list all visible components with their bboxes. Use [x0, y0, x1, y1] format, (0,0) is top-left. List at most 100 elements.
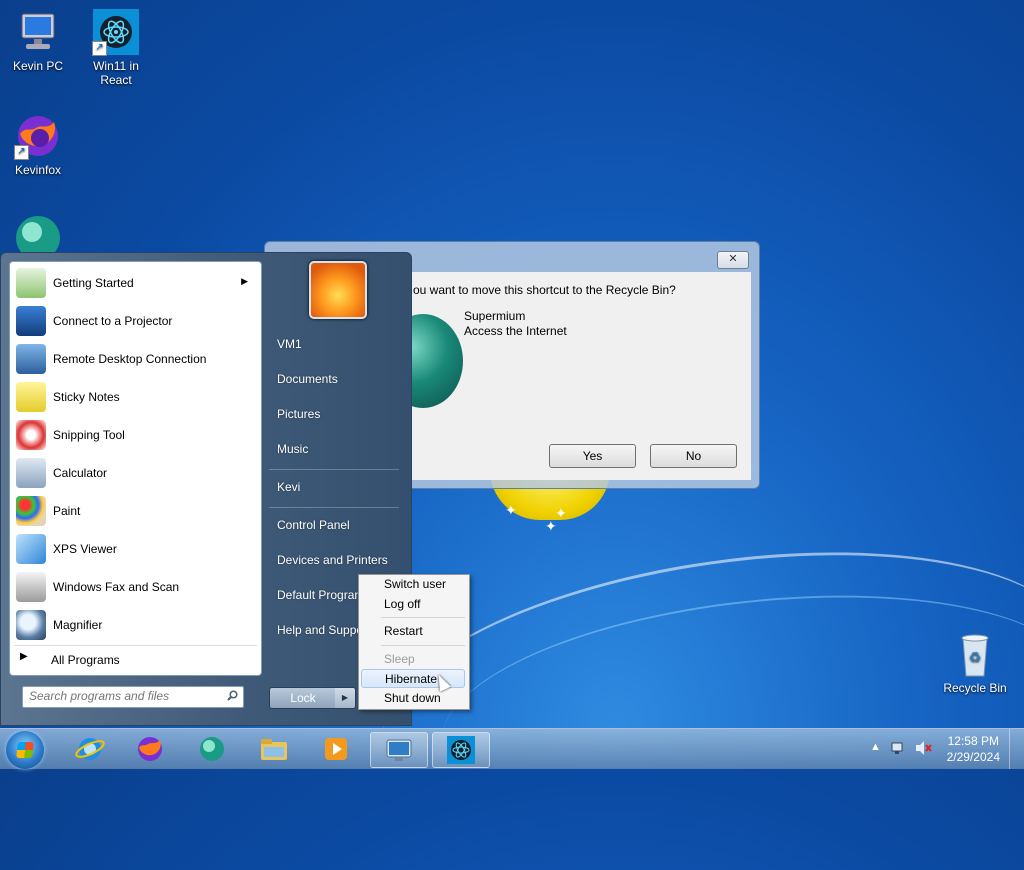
link-devices-printers[interactable]: Devices and Printers	[277, 553, 388, 567]
desktop-icon-kevin-pc[interactable]: Kevin PC	[0, 8, 76, 73]
lock-button[interactable]: Lock	[269, 687, 337, 709]
show-desktop-button[interactable]	[1009, 729, 1024, 769]
link-help-support[interactable]: Help and Support	[277, 623, 370, 637]
taskbar-item-media-player[interactable]	[308, 732, 364, 766]
computer-icon	[14, 8, 62, 56]
firefox-icon	[138, 737, 162, 761]
menu-divider	[381, 617, 465, 618]
all-programs-button[interactable]: ▶ All Programs	[14, 649, 254, 671]
program-label: Remote Desktop Connection	[53, 352, 207, 366]
paint-icon	[16, 496, 46, 526]
taskbar-item-react[interactable]	[432, 732, 490, 768]
programs-divider	[14, 645, 257, 646]
yes-button[interactable]: Yes	[549, 444, 636, 468]
taskbar-item-supermium[interactable]	[184, 732, 240, 766]
menu-item-switch-user[interactable]: Switch user	[361, 575, 465, 594]
link-documents[interactable]: Documents	[277, 372, 338, 386]
system-clock[interactable]: 12:58 PM 2/29/2024	[947, 733, 1000, 765]
program-label: XPS Viewer	[53, 542, 117, 556]
link-user-folder[interactable]: VM1	[277, 337, 302, 351]
dialog-item-description: Access the Internet	[464, 324, 567, 338]
recycle-bin-icon: ♻	[951, 630, 999, 678]
react-icon: ↗	[92, 8, 140, 56]
all-programs-label: All Programs	[51, 653, 120, 667]
menu-item-sleep: Sleep	[384, 652, 415, 666]
taskbar-item-remote-desktop[interactable]	[370, 732, 428, 768]
search-input[interactable]	[23, 687, 219, 705]
menu-item-log-off[interactable]: Log off	[361, 595, 465, 614]
projector-icon	[16, 306, 46, 336]
snipping-tool-icon	[16, 420, 46, 450]
media-player-icon	[325, 738, 347, 760]
start-menu-programs-pane: Getting Started ▶ Connect to a Projector…	[9, 261, 262, 676]
getting-started-icon	[16, 268, 46, 298]
sparkle-icon: ✦	[555, 505, 567, 521]
file-explorer-icon	[261, 739, 287, 760]
menu-divider	[381, 645, 465, 646]
start-button[interactable]	[6, 731, 44, 769]
power-options-menu: Switch user Log off Restart Sleep Hibern…	[358, 574, 470, 710]
taskbar-item-file-explorer[interactable]	[246, 732, 302, 766]
internet-explorer-icon	[75, 738, 105, 760]
svg-text:♻: ♻	[969, 649, 982, 665]
link-music[interactable]: Music	[277, 442, 308, 456]
clock-time: 12:58 PM	[947, 734, 999, 748]
sparkle-icon: ✦	[505, 502, 517, 518]
desktop-icon-win11-react[interactable]: ↗ Win11 in React	[78, 8, 154, 87]
program-item-getting-started[interactable]: Getting Started ▶	[14, 266, 258, 300]
start-menu: Getting Started ▶ Connect to a Projector…	[0, 252, 412, 726]
program-item-paint[interactable]: Paint	[14, 494, 258, 528]
desktop-icon-label: Kevin PC	[12, 59, 64, 73]
right-pane-divider	[269, 469, 399, 470]
menu-item-shut-down[interactable]: Shut down	[361, 689, 465, 708]
volume-muted-icon[interactable]	[914, 740, 932, 756]
wallpaper-swirl-2	[430, 567, 1024, 855]
user-avatar[interactable]	[309, 261, 367, 319]
program-label: Getting Started	[53, 276, 134, 290]
desktop-icon-label: Recycle Bin	[943, 681, 1007, 695]
no-button[interactable]: No	[650, 444, 737, 468]
dialog-close-button[interactable]: ✕	[717, 251, 749, 269]
taskbar-item-internet-explorer[interactable]	[62, 732, 118, 766]
show-hidden-icons-button[interactable]: ▲	[870, 741, 881, 753]
shortcut-arrow-icon: ↗	[14, 145, 29, 160]
right-pane-divider	[269, 507, 399, 508]
power-options-arrow-button[interactable]: ▶	[335, 687, 356, 709]
taskbar-item-firefox[interactable]	[122, 732, 178, 766]
desktop-icon-kevinfox[interactable]: ↗ Kevinfox	[0, 112, 76, 177]
network-icon[interactable]	[890, 740, 906, 756]
program-item-magnifier[interactable]: Magnifier	[14, 608, 258, 642]
link-default-programs[interactable]: Default Programs	[277, 588, 370, 602]
calculator-icon	[16, 458, 46, 488]
clock-date: 2/29/2024	[946, 750, 1000, 764]
program-item-xps-viewer[interactable]: XPS Viewer	[14, 532, 258, 566]
program-label: Magnifier	[53, 618, 103, 632]
link-pictures[interactable]: Pictures	[277, 407, 320, 421]
firefox-icon: ↗	[14, 112, 62, 160]
program-label: Calculator	[53, 466, 108, 480]
program-item-snipping-tool[interactable]: Snipping Tool	[14, 418, 258, 452]
search-icon	[227, 690, 238, 701]
program-item-sticky-notes[interactable]: Sticky Notes	[14, 380, 258, 414]
supermium-icon	[200, 737, 224, 761]
fax-scan-icon	[16, 572, 46, 602]
link-kevi[interactable]: Kevi	[277, 480, 300, 494]
program-item-projector[interactable]: Connect to a Projector	[14, 304, 258, 338]
remote-desktop-icon	[386, 739, 412, 761]
chevron-right-icon: ▶	[20, 651, 28, 662]
program-label: Windows Fax and Scan	[53, 580, 180, 594]
search-box[interactable]	[22, 686, 244, 708]
program-item-remote-desktop[interactable]: Remote Desktop Connection	[14, 342, 258, 376]
program-item-fax-scan[interactable]: Windows Fax and Scan	[14, 570, 258, 604]
program-label: Paint	[53, 504, 81, 518]
desktop-icon-recycle-bin[interactable]: ♻ Recycle Bin	[937, 630, 1013, 695]
program-item-calculator[interactable]: Calculator	[14, 456, 258, 490]
menu-item-restart[interactable]: Restart	[361, 622, 465, 641]
xps-viewer-icon	[16, 534, 46, 564]
sticky-notes-icon	[16, 382, 46, 412]
link-control-panel[interactable]: Control Panel	[277, 518, 350, 532]
program-label: Sticky Notes	[53, 390, 120, 404]
remote-desktop-icon	[16, 344, 46, 374]
desktop-icon-label: Win11 in React	[93, 59, 139, 87]
chevron-right-icon: ▶	[241, 276, 248, 286]
